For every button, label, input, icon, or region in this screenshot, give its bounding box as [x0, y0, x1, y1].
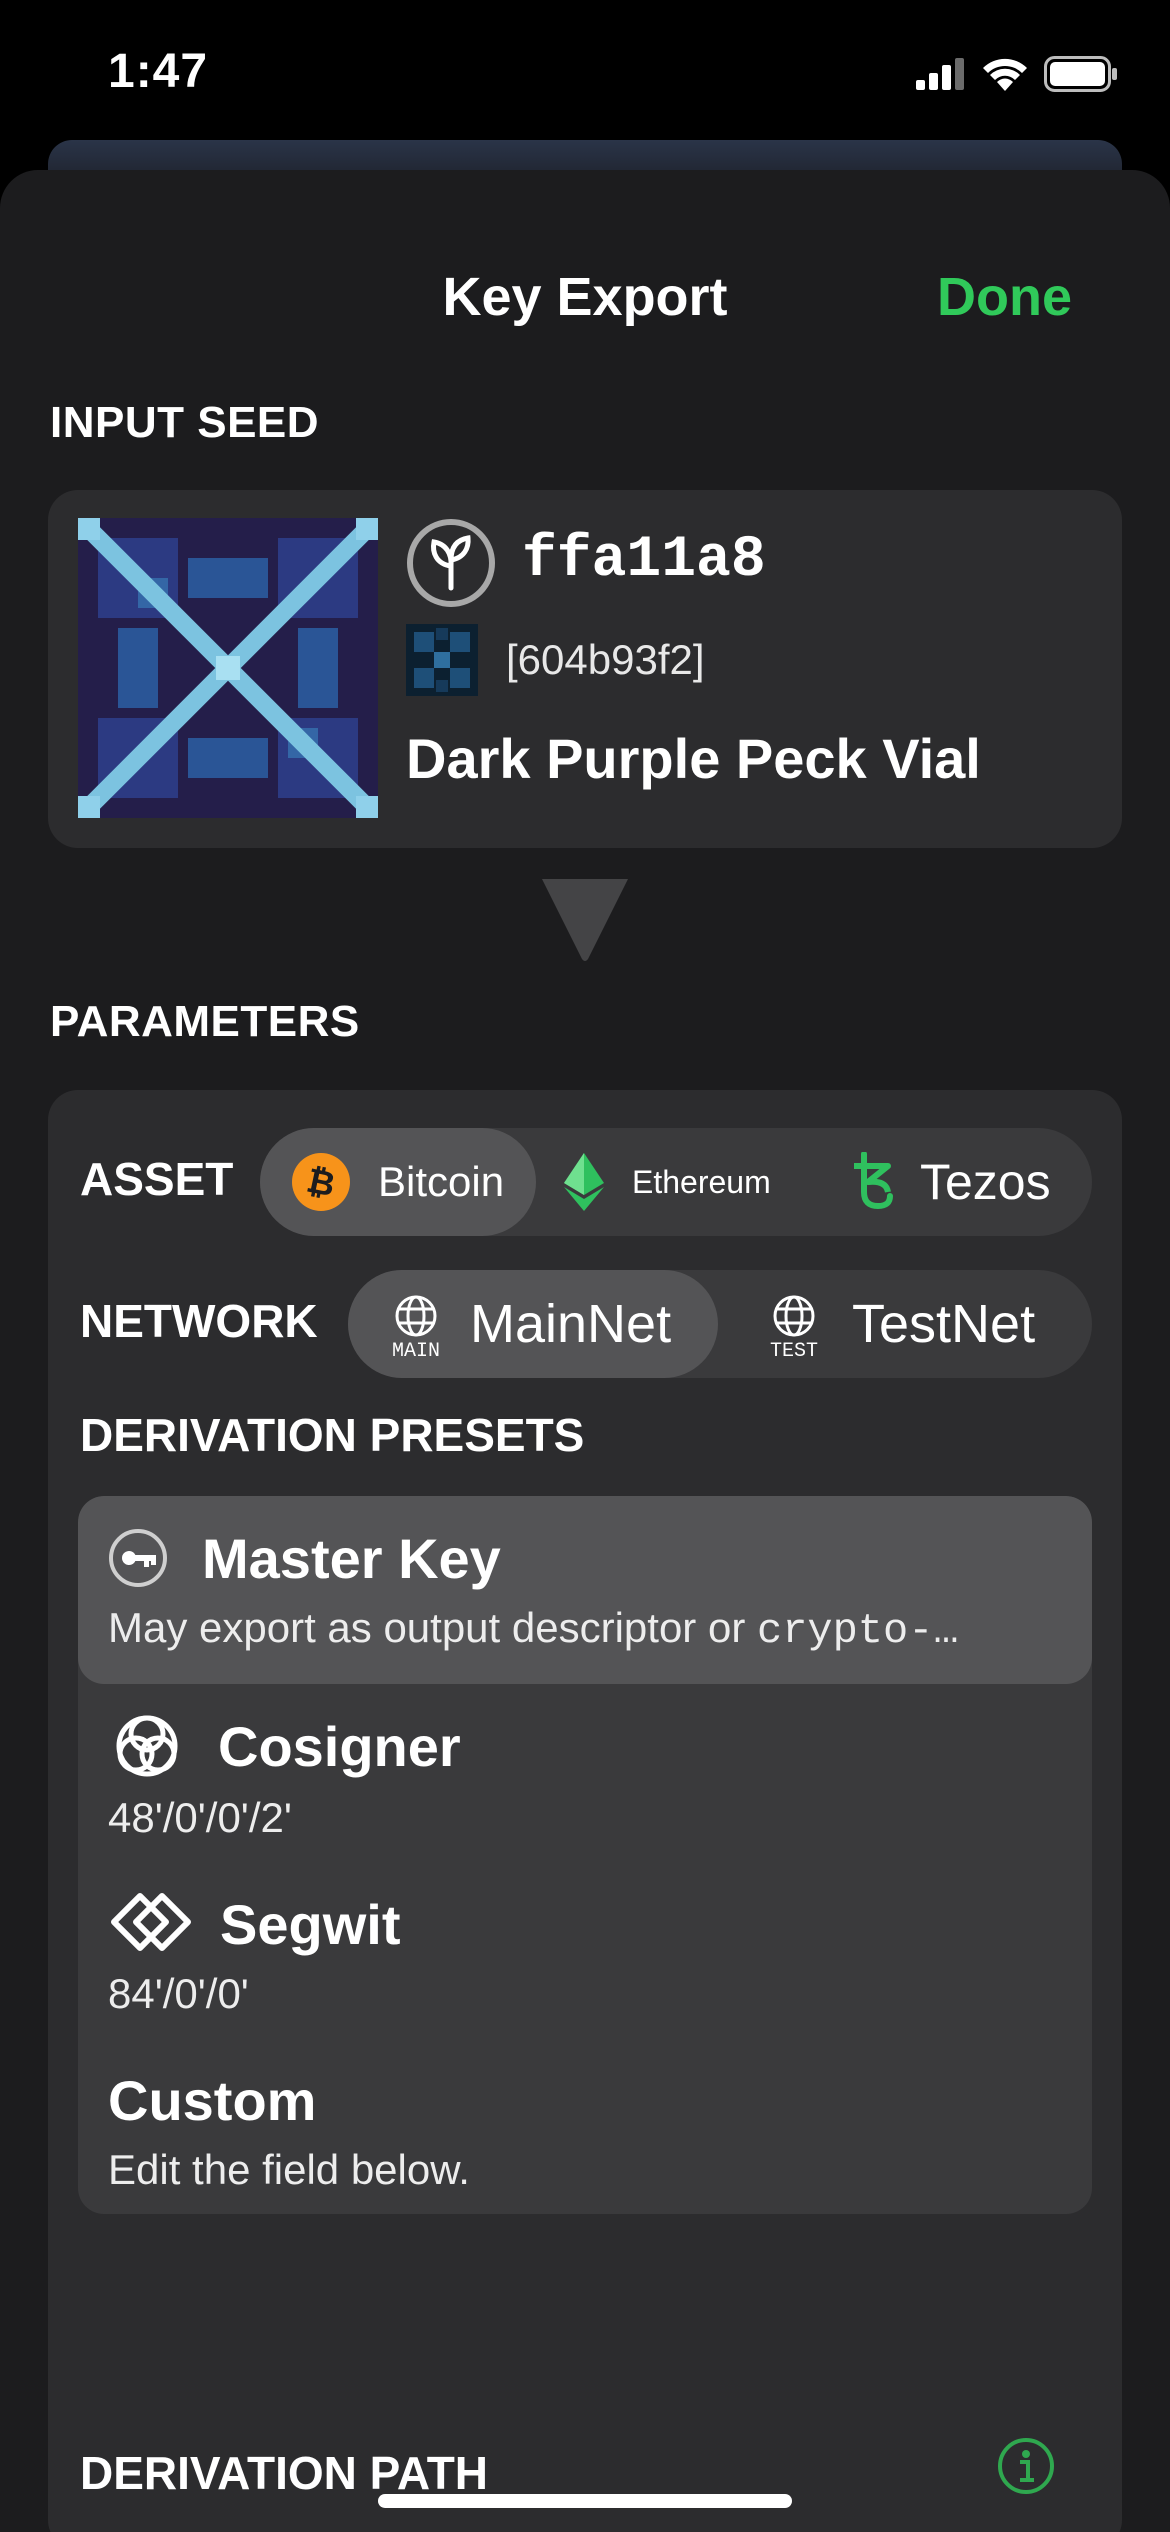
asset-option-label: Bitcoin — [378, 1158, 505, 1205]
preset-cosigner[interactable]: Cosigner 48'/0'/0'/2' — [78, 1684, 1092, 1862]
preset-subtitle: 84'/0'/0' — [108, 1970, 249, 2017]
network-option-label: MainNet — [470, 1294, 672, 1354]
network-label: NETWORK — [80, 1295, 318, 1347]
derivation-presets-list: Master Key May export as output descript… — [78, 1496, 1092, 2214]
asset-option-ethereum[interactable]: Ethereum — [564, 1128, 771, 1236]
network-segmented-control: MAIN MainNet TEST TestNet — [348, 1270, 1092, 1378]
cosigner-icon — [116, 1715, 178, 1777]
status-bar: 1:47 — [0, 0, 1170, 150]
seed-name: Dark Purple Peck Vial — [406, 727, 981, 790]
down-arrow-icon — [542, 879, 628, 961]
asset-segmented-control: ₿ Bitcoin Ethereum Tezos — [260, 1128, 1092, 1236]
seed-fingerprint-lifehash — [406, 624, 478, 696]
input-seed-header: INPUT SEED — [50, 398, 320, 447]
preset-master-key[interactable]: Master Key May export as output descript… — [78, 1496, 1092, 1684]
network-option-testnet[interactable]: TEST TestNet — [764, 1270, 1035, 1378]
preset-subtitle: Edit the field below. — [108, 2146, 470, 2193]
tezos-icon — [854, 1152, 893, 1210]
network-badge: MAIN — [391, 1340, 440, 1363]
parameters-card: ASSET ₿ Bitcoin Ethereum Tezos NETWORK M… — [48, 1090, 1122, 2532]
bitcoin-icon: ₿ — [292, 1153, 350, 1211]
battery-icon — [1044, 56, 1117, 92]
segwit-icon — [111, 1893, 191, 1951]
preset-title: Custom — [108, 2069, 317, 2132]
asset-option-tezos[interactable]: Tezos — [850, 1128, 1051, 1236]
key-export-sheet: Key Export Done INPUT SEED ffa11a8 [604b… — [0, 170, 1170, 2532]
network-option-mainnet[interactable]: MAIN MainNet — [386, 1270, 671, 1378]
asset-option-bitcoin[interactable]: ₿ Bitcoin — [292, 1128, 504, 1236]
cellular-signal-icon — [916, 58, 964, 90]
globe-icon — [773, 1295, 815, 1337]
preset-subtitle: May export as output descriptor or crypt… — [108, 1604, 959, 1655]
status-icons — [916, 54, 1118, 94]
info-icon[interactable] — [996, 2436, 1056, 2496]
wifi-icon — [983, 58, 1027, 91]
preset-title: Segwit — [220, 1893, 401, 1956]
preset-custom[interactable]: Custom Edit the field below. — [78, 2038, 1092, 2214]
asset-option-label: Tezos — [920, 1154, 1051, 1210]
preset-segwit[interactable]: Segwit 84'/0'/0' — [78, 1862, 1092, 2038]
seed-lifehash-image — [78, 518, 378, 818]
derivation-path-header: DERIVATION PATH — [80, 2447, 489, 2499]
input-seed-card[interactable]: ffa11a8 [604b93f2] Dark Purple Peck Vial — [48, 490, 1122, 848]
preset-title: Cosigner — [218, 1715, 461, 1778]
status-time: 1:47 — [108, 45, 209, 98]
network-badge: TEST — [769, 1340, 818, 1363]
asset-option-label: Ethereum — [632, 1163, 771, 1200]
derivation-presets-header: DERIVATION PRESETS — [80, 1409, 585, 1461]
seed-fingerprint: [604b93f2] — [506, 636, 705, 683]
preset-title: Master Key — [202, 1527, 501, 1590]
done-button[interactable]: Done — [937, 266, 1072, 328]
asset-label: ASSET — [80, 1153, 234, 1205]
globe-icon — [395, 1295, 437, 1337]
seed-identifier: ffa11a8 — [522, 528, 766, 593]
seed-leaf-icon — [407, 519, 495, 607]
ethereum-icon — [564, 1153, 604, 1211]
home-indicator[interactable] — [378, 2494, 792, 2508]
parameters-header: PARAMETERS — [50, 997, 360, 1046]
preset-subtitle: 48'/0'/0'/2' — [108, 1794, 292, 1841]
key-icon — [109, 1529, 167, 1587]
network-option-label: TestNet — [852, 1294, 1036, 1354]
